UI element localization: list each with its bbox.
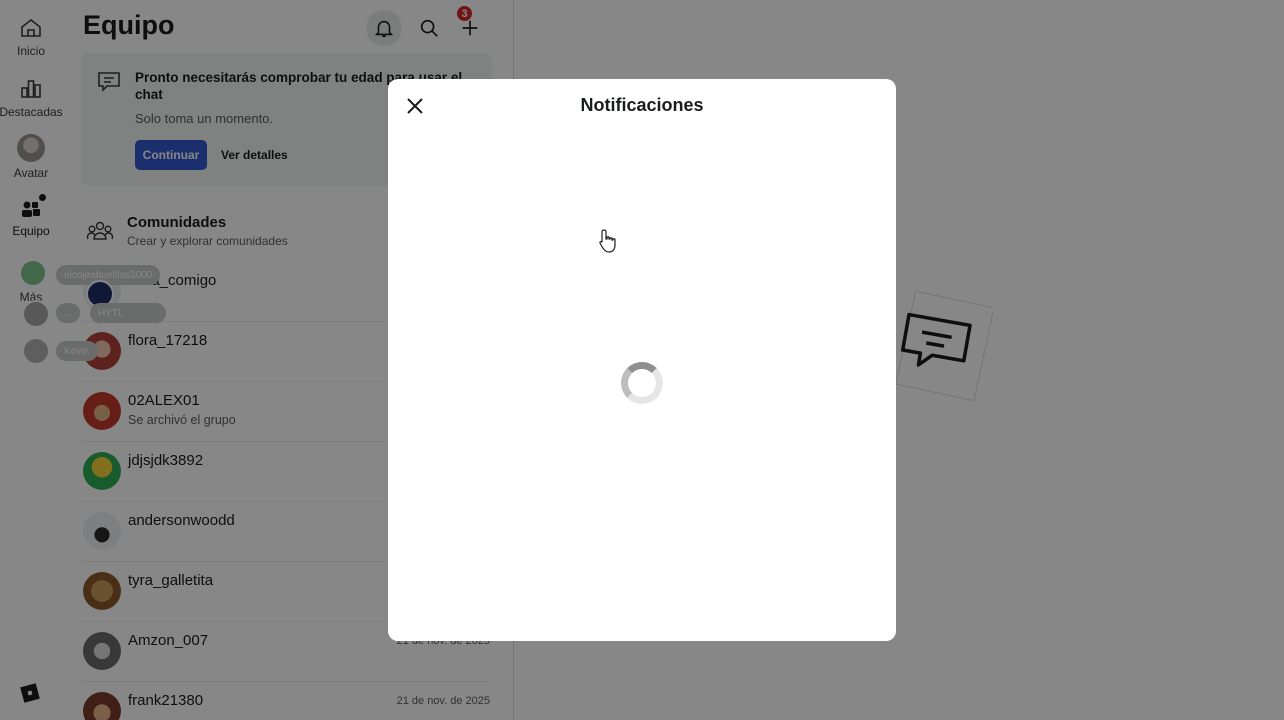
hand-cursor-icon <box>599 229 616 253</box>
modal-title: Notificaciones <box>580 95 704 115</box>
notifications-modal: Notificaciones <box>388 79 896 641</box>
loading-spinner <box>621 362 663 404</box>
